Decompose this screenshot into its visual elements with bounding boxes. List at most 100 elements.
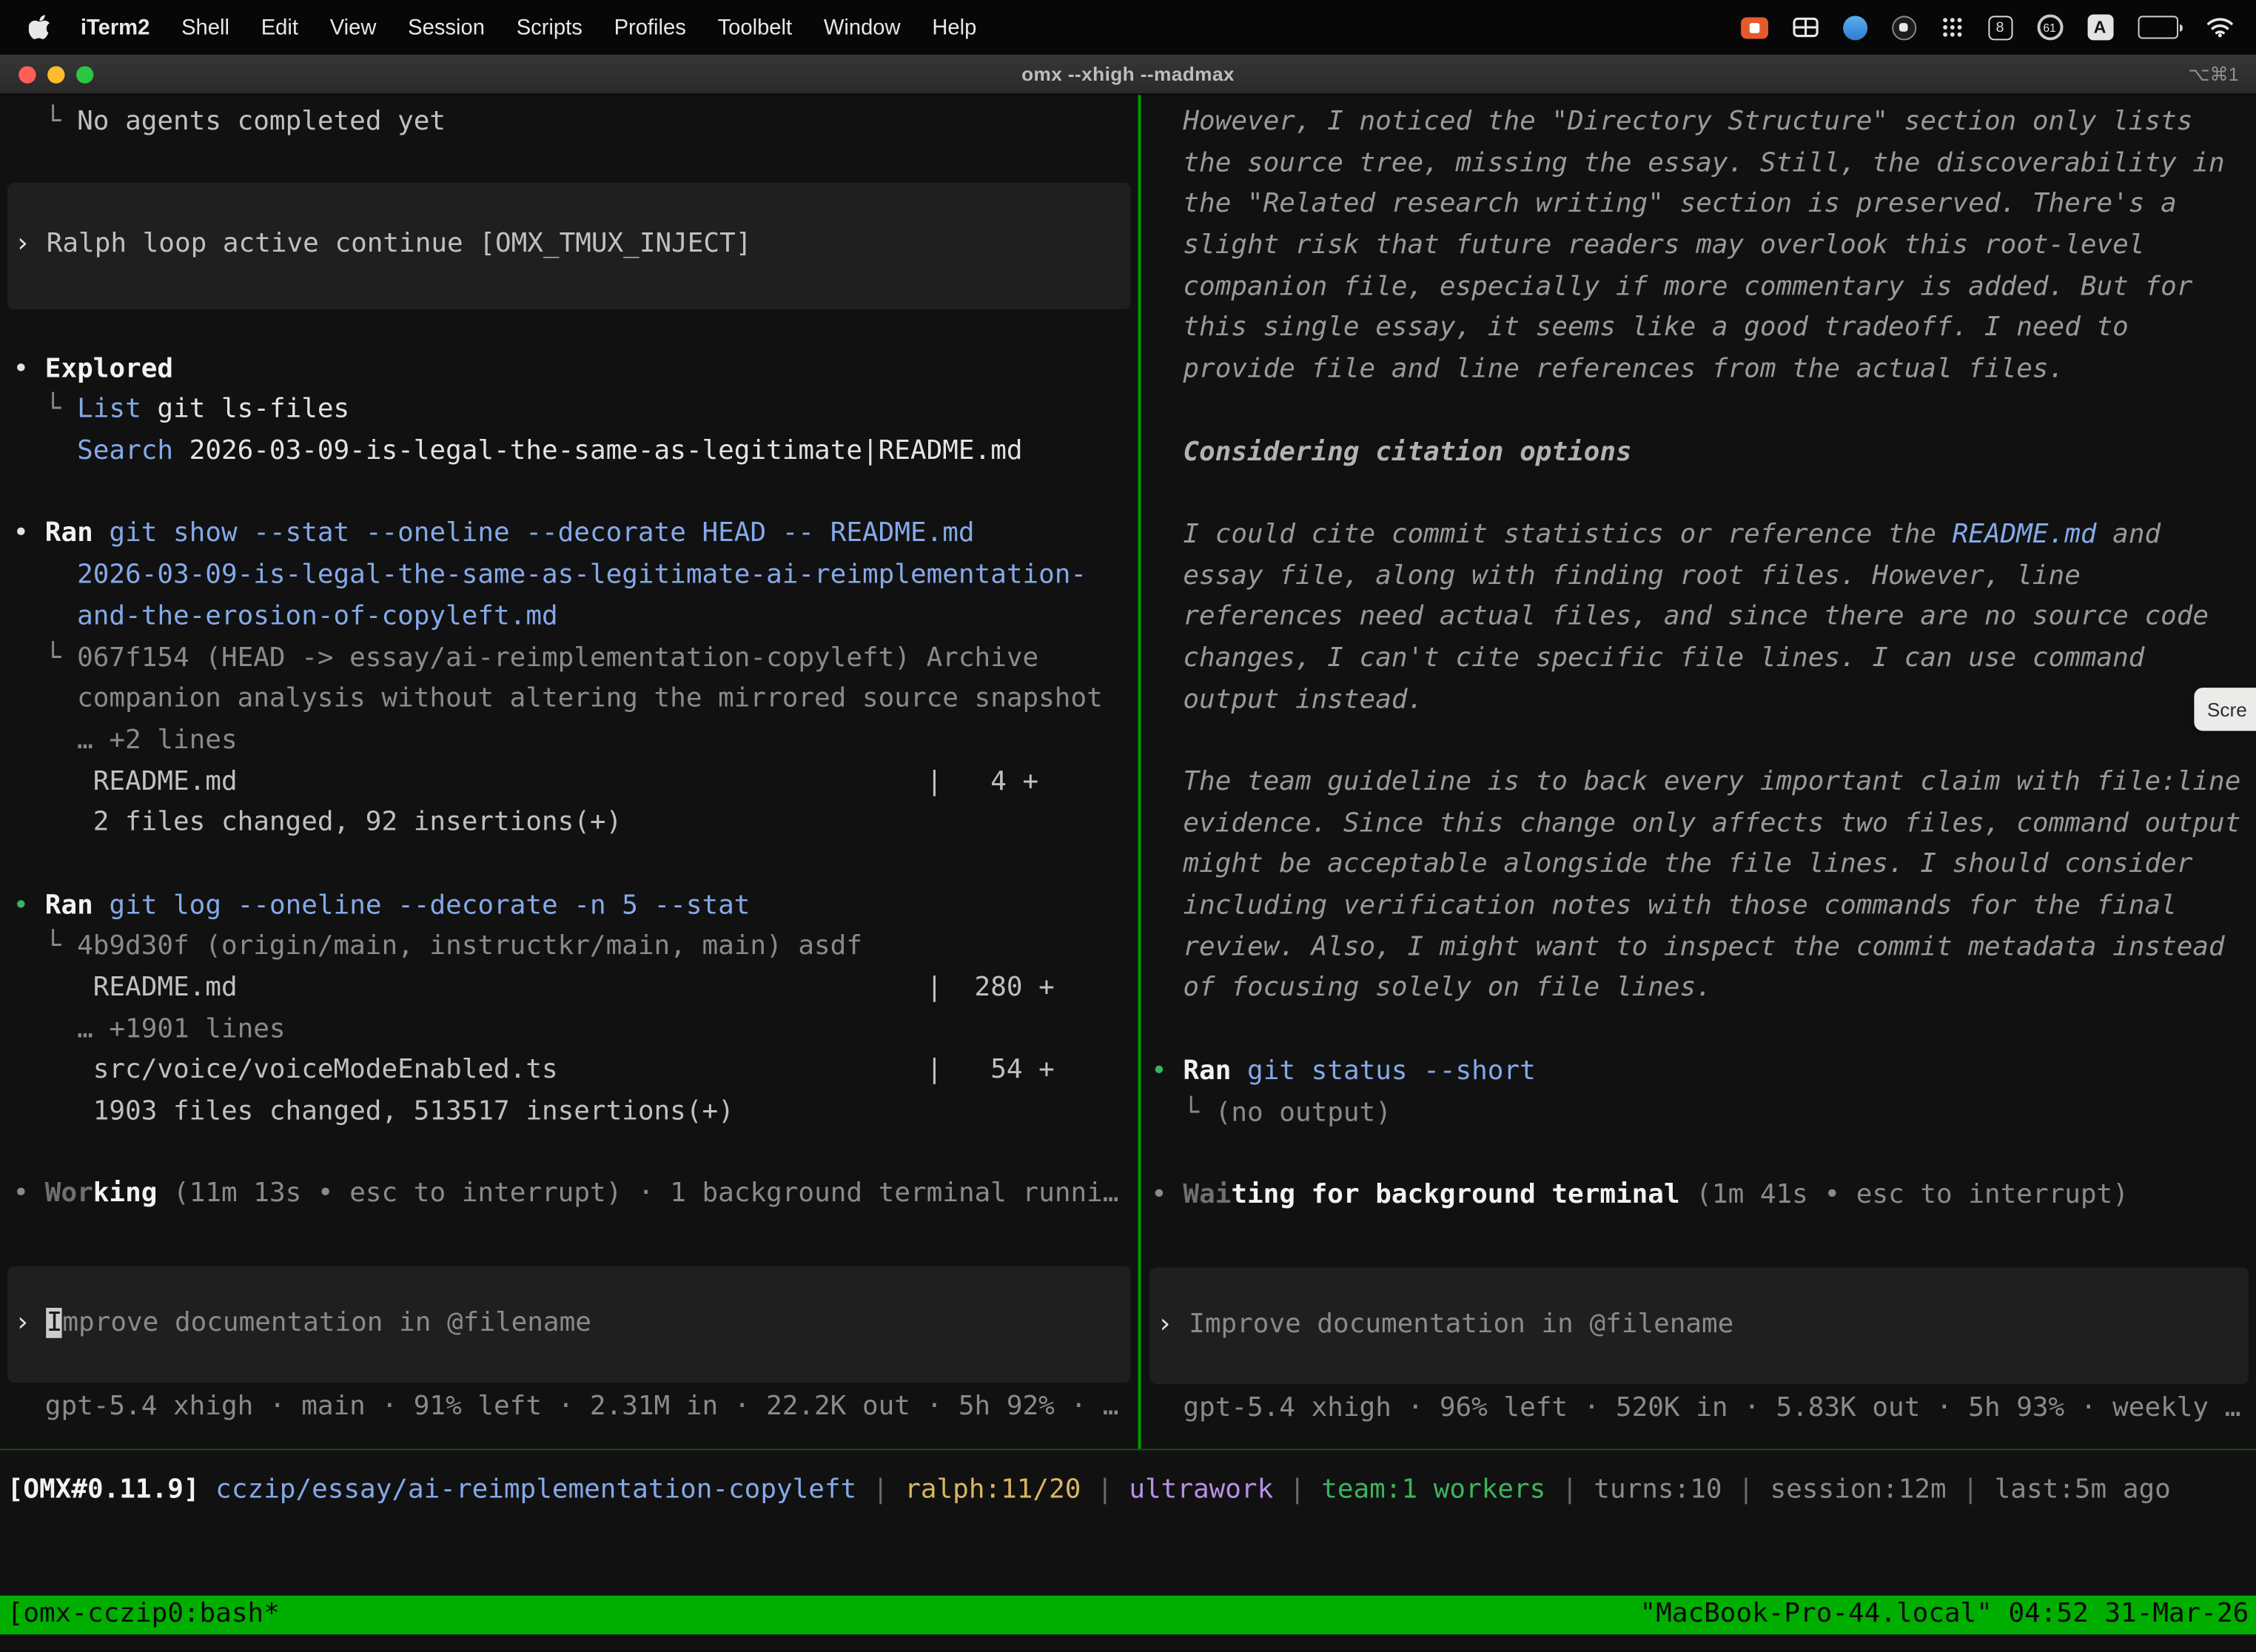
text-segment: [OMX#0.11.9] bbox=[7, 1474, 215, 1505]
text-segment: slight risk that future readers may over… bbox=[1151, 230, 2144, 261]
text-segment: | bbox=[1273, 1474, 1321, 1505]
text-segment: git log --oneline --decorate -n 5 --stat bbox=[109, 890, 750, 921]
screen-recording-icon[interactable] bbox=[1740, 16, 1767, 38]
terminal-line: Considering citation options bbox=[1151, 432, 2256, 474]
status-separator bbox=[0, 1448, 2256, 1450]
screen-edge-overlay-label: Scre bbox=[2207, 699, 2247, 720]
terminal-line: slight risk that future readers may over… bbox=[1151, 226, 2256, 267]
text-segment: king bbox=[93, 1179, 158, 1209]
window-title: omx --xhigh --madmax bbox=[1021, 64, 1235, 85]
terminal-line: Search 2026-03-09-is-legal-the-same-as-l… bbox=[13, 432, 1138, 473]
text-segment: team:1 workers bbox=[1321, 1474, 1545, 1505]
apple-menu-icon[interactable] bbox=[14, 14, 64, 40]
text-segment: (1m 41s • esc to interrupt) bbox=[1680, 1180, 2129, 1210]
text-segment: mprove documentation in @filename bbox=[62, 1309, 591, 1339]
text-segment: └ bbox=[13, 394, 77, 425]
text-segment: I could cite commit statistics or refere… bbox=[1151, 519, 1953, 549]
terminal-line: the "Related research writing" section i… bbox=[1151, 185, 2256, 226]
menu-item-scripts[interactable]: Scripts bbox=[500, 15, 598, 39]
text-segment: No agents completed yet bbox=[77, 107, 446, 137]
window-titlebar[interactable]: omx --xhigh --madmax ⌥⌘1 bbox=[0, 55, 2256, 95]
text-segment: 2 files changed, 92 insertions(+) bbox=[13, 807, 622, 838]
text-segment: … +1901 lines bbox=[13, 1014, 285, 1044]
terminal-line bbox=[13, 473, 1138, 514]
text-segment: including verification notes with those … bbox=[1151, 890, 2177, 921]
text-segment: Considering citation options bbox=[1151, 437, 1632, 467]
text-segment: • bbox=[13, 890, 44, 921]
window-shortcut-badge: ⌥⌘1 bbox=[2188, 55, 2238, 95]
pane-divider[interactable] bbox=[1138, 95, 1141, 1448]
terminal-line: gpt-5.4 xhigh · main · 91% left · 2.31M … bbox=[13, 1387, 1138, 1428]
dark-app-icon[interactable] bbox=[1891, 15, 1916, 39]
menu-item-session[interactable]: Session bbox=[392, 15, 501, 39]
text-segment: README.md bbox=[1953, 519, 2097, 549]
minimize-button[interactable] bbox=[47, 66, 64, 83]
menu-item-edit[interactable]: Edit bbox=[245, 15, 314, 39]
blue-app-icon[interactable] bbox=[1842, 15, 1867, 39]
gauge-icon[interactable]: 61 bbox=[2037, 14, 2063, 40]
text-segment: README.md | 4 + bbox=[13, 766, 1038, 796]
text-segment: the source tree, missing the essay. Stil… bbox=[1151, 148, 2225, 178]
text-segment: | bbox=[1545, 1474, 1594, 1505]
terminal-line: └ 067f154 (HEAD -> essay/ai-reimplementa… bbox=[13, 638, 1138, 679]
terminal-line: companion file, especially if more comme… bbox=[1151, 267, 2256, 309]
battery-body bbox=[2138, 16, 2178, 38]
terminal-line bbox=[1151, 1010, 2256, 1052]
terminal-line: README.md | 280 + bbox=[13, 968, 1138, 1010]
text-segment: companion analysis without altering the … bbox=[13, 684, 1102, 714]
terminal-line: this single essay, it seems like a good … bbox=[1151, 309, 2256, 350]
left-pane[interactable]: └ No agents completed yet › Ralph loop ac… bbox=[0, 95, 1138, 1428]
terminal-line: … +1901 lines bbox=[13, 1010, 1138, 1051]
keypad-icon[interactable]: 8 bbox=[1987, 15, 2012, 39]
text-segment: • bbox=[13, 519, 44, 549]
text-segment: └ 067f154 (HEAD -> essay/ai-reimplementa… bbox=[13, 642, 1038, 673]
prompt-input[interactable]: › Improve documentation in @filename bbox=[7, 1266, 1131, 1383]
menu-item-view[interactable]: View bbox=[314, 15, 392, 39]
dots-grid-icon[interactable] bbox=[1940, 16, 1963, 38]
battery-icon[interactable] bbox=[2138, 16, 2183, 38]
terminal-line: companion analysis without altering the … bbox=[13, 679, 1138, 721]
terminal-line bbox=[13, 845, 1138, 886]
pane-status-line: gpt-5.4 xhigh · main · 91% left · 2.31M … bbox=[13, 1387, 1138, 1428]
text-segment: output instead. bbox=[1151, 685, 1423, 715]
text-segment: git ls-files bbox=[141, 394, 349, 425]
wifi-icon[interactable] bbox=[2207, 17, 2233, 37]
terminal-line: I could cite commit statistics or refere… bbox=[1151, 515, 2256, 557]
menu-item-help[interactable]: Help bbox=[916, 15, 993, 39]
gauge-value: 61 bbox=[2043, 21, 2055, 33]
menu-bar-status-icons: 8 61 A bbox=[1740, 14, 2241, 40]
text-segment: List bbox=[77, 394, 141, 425]
menu-item-iterm2[interactable]: iTerm2 bbox=[64, 15, 165, 39]
close-button[interactable] bbox=[19, 66, 36, 83]
screen-edge-overlay-button[interactable]: Scre bbox=[2194, 688, 2256, 731]
terminal-line: README.md | 4 + bbox=[13, 762, 1138, 803]
menu-item-toolbelt[interactable]: Toolbelt bbox=[702, 15, 808, 39]
zoom-button[interactable] bbox=[76, 66, 93, 83]
right-pane[interactable]: However, I noticed the "Directory Struct… bbox=[1142, 95, 2256, 1428]
prompt-input[interactable]: › Improve documentation in @filename bbox=[1149, 1267, 2249, 1383]
menu-items: iTerm2ShellEditViewSessionScriptsProfile… bbox=[64, 15, 992, 39]
text-segment: review. Also, I might want to inspect th… bbox=[1151, 932, 2225, 962]
terminal-line: › Improve documentation in @filename bbox=[1149, 1305, 2249, 1346]
text-segment: Improve documentation in @filename bbox=[1189, 1309, 1733, 1339]
window-tiles-icon[interactable] bbox=[1792, 17, 1818, 37]
terminal-line: the source tree, missing the essay. Stil… bbox=[1151, 144, 2256, 185]
text-segment: › bbox=[14, 1309, 46, 1339]
menu-item-window[interactable]: Window bbox=[808, 15, 916, 39]
input-source-icon[interactable]: A bbox=[2087, 14, 2113, 40]
battery-nub bbox=[2179, 24, 2183, 31]
text-segment: evidence. Since this change only affects… bbox=[1151, 808, 2240, 839]
terminal-line: The team guideline is to back every impo… bbox=[1151, 762, 2256, 804]
terminal-line: 1903 files changed, 513517 insertions(+) bbox=[13, 1092, 1138, 1134]
menu-item-shell[interactable]: Shell bbox=[166, 15, 246, 39]
iterm2-window: iTerm2ShellEditViewSessionScriptsProfile… bbox=[0, 0, 2256, 1652]
terminal-line bbox=[1151, 474, 2256, 515]
menu-item-profiles[interactable]: Profiles bbox=[598, 15, 702, 39]
text-segment: git show --stat --oneline --decorate HEA… bbox=[109, 519, 974, 549]
text-segment: (11m 13s • esc to interrupt) · 1 backgro… bbox=[157, 1179, 1118, 1209]
ralph-loop-banner: › Ralph loop active continue [OMX_TMUX_I… bbox=[7, 182, 1131, 309]
text-segment bbox=[13, 436, 77, 466]
terminal-line: However, I noticed the "Directory Struct… bbox=[1151, 102, 2256, 144]
text-segment: changes, I can't cite specific file line… bbox=[1151, 643, 2144, 674]
text-segment: gpt-5.4 xhigh · 96% left · 520K in · 5.8… bbox=[1151, 1392, 2240, 1423]
